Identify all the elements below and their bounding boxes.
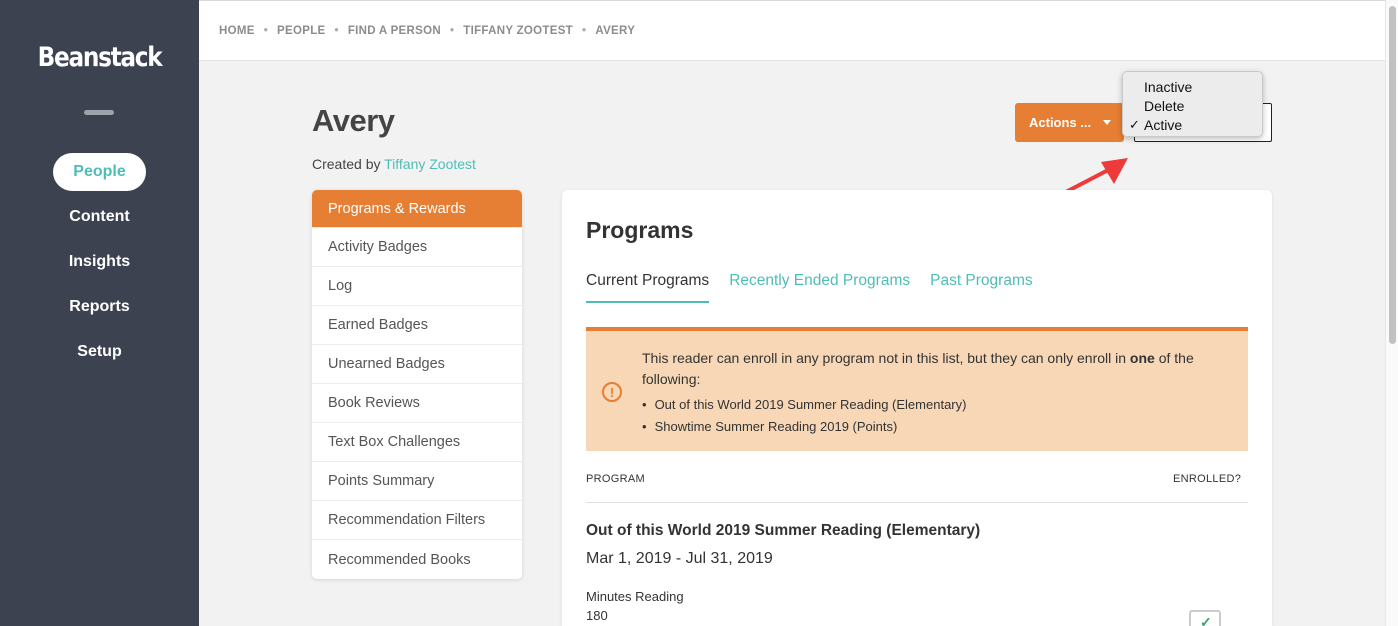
actions-button[interactable]: Actions ... [1015,103,1124,142]
status-option-active[interactable]: ✓ Active [1123,115,1262,134]
created-by-link[interactable]: Tiffany Zootest [384,156,476,172]
checkmark-icon: ✓ [1129,116,1140,132]
sidebar-item-reports[interactable]: Reports [49,288,149,326]
breadcrumb-people[interactable]: PEOPLE [277,25,325,37]
submenu-item-log[interactable]: Log [312,267,522,306]
tab-current-programs[interactable]: Current Programs [586,272,710,303]
table-divider [586,502,1248,503]
submenu-item-book-reviews[interactable]: Book Reviews [312,384,522,423]
page-scrollbar[interactable] [1385,0,1398,626]
programs-card: Programs Current Programs Recently Ended… [562,190,1272,626]
submenu-item-earned-badges[interactable]: Earned Badges [312,306,522,345]
breadcrumb-current: AVERY [595,25,636,37]
notice-text-part: This reader can enroll in any program no… [642,350,1130,366]
page-title: Avery [312,103,395,138]
status-dropdown-menu: Inactive Delete ✓ Active [1122,71,1263,137]
submenu-item-text-box-challenges[interactable]: Text Box Challenges [312,423,522,462]
submenu-item-programs-rewards[interactable]: Programs & Rewards [312,190,522,228]
submenu-item-activity-badges[interactable]: Activity Badges [312,228,522,267]
sidebar-item-setup[interactable]: Setup [57,333,141,371]
status-option-label: Active [1144,116,1183,133]
breadcrumb-person[interactable]: TIFFANY ZOOTEST [463,25,573,37]
submenu-item-recommended-books[interactable]: Recommended Books [312,540,522,579]
person-submenu: Programs & Rewards Activity Badges Log E… [312,190,522,579]
caret-down-icon [1103,120,1111,125]
breadcrumb-find-a-person[interactable]: FIND A PERSON [348,25,441,37]
submenu-item-unearned-badges[interactable]: Unearned Badges [312,345,522,384]
enrolled-checkbox[interactable]: ✓ [1189,610,1221,626]
notice-text-bold: one [1129,350,1155,366]
submenu-item-points-summary[interactable]: Points Summary [312,462,522,501]
list-item: Showtime Summer Reading 2019 (Points) [642,416,966,438]
breadcrumb-separator: • [582,25,587,37]
sidebar: Beanstack People Content Insights Report… [0,0,199,626]
beanstack-logo[interactable]: Beanstack [14,42,185,73]
breadcrumb-separator: • [334,25,339,37]
sidebar-item-people[interactable]: People [53,152,146,191]
breadcrumb-home[interactable]: HOME [219,25,255,37]
logo-divider [84,110,114,115]
program-name: Out of this World 2019 Summer Reading (E… [586,522,981,539]
status-option-label: Delete [1144,97,1185,114]
submenu-item-recommendation-filters[interactable]: Recommendation Filters [312,501,522,540]
breadcrumb-separator: • [449,25,455,37]
breadcrumb: HOME • PEOPLE • FIND A PERSON • TIFFANY … [219,25,635,37]
column-header-program: PROGRAM [586,473,645,485]
tab-recently-ended-programs[interactable]: Recently Ended Programs [729,272,910,303]
program-metric-value: 180 [586,608,608,623]
programs-title: Programs [586,217,694,243]
programs-tabs: Current Programs Recently Ended Programs… [586,272,1053,303]
notice-text: This reader can enroll in any program no… [642,348,1232,390]
list-item: Out of this World 2019 Summer Reading (E… [642,394,967,416]
enrollment-notice: ! This reader can enroll in any program … [586,327,1248,451]
sidebar-nav: People Content Insights Reports Setup [0,149,199,374]
created-by-label: Created by [312,156,381,172]
sidebar-item-insights[interactable]: Insights [49,243,150,281]
status-option-inactive[interactable]: Inactive [1123,77,1262,96]
actions-button-label: Actions ... [1029,115,1092,130]
status-option-delete[interactable]: Delete [1123,96,1262,115]
status-option-label: Inactive [1144,78,1193,95]
scrollbar-thumb[interactable] [1389,6,1396,344]
checkmark-icon: ✓ [1200,614,1212,626]
sidebar-item-content[interactable]: Content [49,198,149,236]
tab-past-programs[interactable]: Past Programs [930,272,1033,303]
top-bar: HOME • PEOPLE • FIND A PERSON • TIFFANY … [199,0,1385,61]
breadcrumb-separator: • [263,25,269,37]
created-by: Created by Tiffany Zootest [312,156,476,172]
column-header-enrolled: ENROLLED? [1173,473,1242,485]
program-dates: Mar 1, 2019 - Jul 31, 2019 [586,550,773,567]
notice-program-list: Out of this World 2019 Summer Reading (E… [642,394,967,438]
alert-icon: ! [602,382,622,402]
program-metric-label: Minutes Reading [586,589,684,604]
